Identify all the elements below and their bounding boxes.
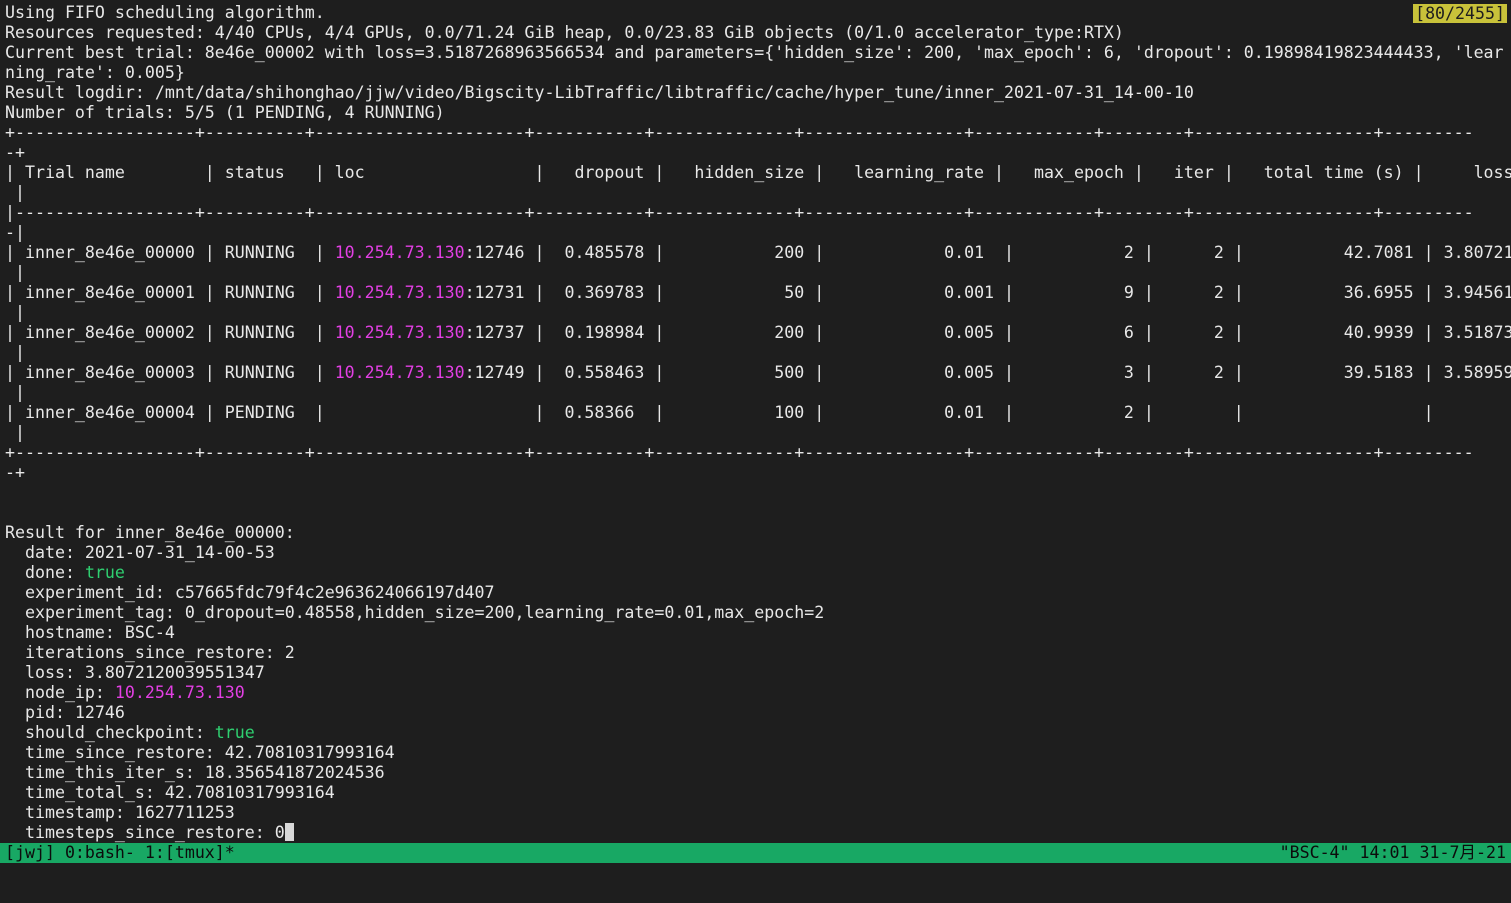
scroll-position-indicator: [80/2455] xyxy=(1413,4,1507,23)
row-cells-left: | inner_8e46e_00001 | RUNNING | xyxy=(5,283,335,302)
result-done: done: true xyxy=(5,563,1511,583)
row-ip: 10.254.73.130 xyxy=(334,363,465,382)
tmux-host-clock: "BSC-4" 14:01 31-7月-21 xyxy=(1279,843,1506,862)
table-row: | inner_8e46e_00004 | PENDING | | 0.5836… xyxy=(5,403,1511,423)
row-cells-left: | inner_8e46e_00003 | RUNNING | xyxy=(5,363,335,382)
result-experiment-id: experiment_id: c57665fdc79f4c2e963624066… xyxy=(5,583,495,602)
terminal-output[interactable]: Using FIFO scheduling algorithm. Resourc… xyxy=(5,3,1511,843)
result-should-checkpoint: should_checkpoint: true xyxy=(5,723,1511,743)
row-ip: 10.254.73.130 xyxy=(334,243,465,262)
logdir-line: Result logdir: /mnt/data/shihonghao/jjw/… xyxy=(5,83,1194,102)
table-row: | inner_8e46e_00000 | RUNNING | 10.254.7… xyxy=(5,243,1511,263)
result-node-ip-value: 10.254.73.130 xyxy=(114,683,245,702)
result-title: Result for inner_8e46e_00000: xyxy=(5,523,295,542)
best-trial-line-wrap: ning_rate': 0.005} xyxy=(5,63,185,82)
table-separator-wrap: -| xyxy=(5,223,25,242)
table-row-wrap: | xyxy=(5,303,25,322)
table-border-bottom-wrap: -+ xyxy=(5,463,25,482)
row-cells-right: :12731 | 0.369783 | 50 | 0.001 | 9 | 2 |… xyxy=(464,283,1511,302)
result-date: date: 2021-07-31_14-00-53 xyxy=(5,543,275,562)
tmux-status-bar: [jwj] 0:bash- 1:[tmux]* "BSC-4" 14:01 31… xyxy=(0,843,1511,863)
result-timestamp: timestamp: 1627711253 xyxy=(5,803,235,822)
resources-line: Resources requested: 4/40 CPUs, 4/4 GPUs… xyxy=(5,23,1124,42)
result-timesteps-text: timesteps_since_restore: 0 xyxy=(5,823,285,842)
tmux-session-windows[interactable]: [jwj] 0:bash- 1:[tmux]* xyxy=(5,843,235,863)
table-row-wrap: | xyxy=(5,343,25,362)
table-row: | inner_8e46e_00001 | RUNNING | 10.254.7… xyxy=(5,283,1511,303)
row-cells-right: :12746 | 0.485578 | 200 | 0.01 | 2 | 2 |… xyxy=(464,243,1511,262)
row-cells-right: :12737 | 0.198984 | 200 | 0.005 | 6 | 2 … xyxy=(464,323,1511,342)
result-time-this-iter: time_this_iter_s: 18.356541872024536 xyxy=(5,763,385,782)
table-row: | inner_8e46e_00002 | RUNNING | 10.254.7… xyxy=(5,323,1511,343)
num-trials-line: Number of trials: 5/5 (1 PENDING, 4 RUNN… xyxy=(5,103,445,122)
table-border-top: +------------------+----------+---------… xyxy=(5,123,1474,142)
table-border-bottom: +------------------+----------+---------… xyxy=(5,443,1474,462)
result-iterations-since-restore: iterations_since_restore: 2 xyxy=(5,643,295,662)
table-row-wrap: | xyxy=(5,383,25,402)
result-node-ip: node_ip: 10.254.73.130 xyxy=(5,683,1511,703)
table-row: | inner_8e46e_00003 | RUNNING | 10.254.7… xyxy=(5,363,1511,383)
table-separator: |------------------+----------+---------… xyxy=(5,203,1474,222)
scheduler-line: Using FIFO scheduling algorithm. xyxy=(5,3,325,22)
result-time-total: time_total_s: 42.70810317993164 xyxy=(5,783,335,802)
row-cells-left: | inner_8e46e_00004 | PENDING | | 0.5836… xyxy=(5,403,1434,422)
result-done-value: true xyxy=(84,563,125,582)
cursor-block xyxy=(284,823,294,841)
result-should-checkpoint-value: true xyxy=(214,723,255,742)
result-hostname: hostname: BSC-4 xyxy=(5,623,175,642)
result-done-key: done: xyxy=(5,563,85,582)
row-cells-left: | inner_8e46e_00002 | RUNNING | xyxy=(5,323,335,342)
row-cells-left: | inner_8e46e_00000 | RUNNING | xyxy=(5,243,335,262)
result-experiment-tag: experiment_tag: 0_dropout=0.48558,hidden… xyxy=(5,603,825,622)
result-pid: pid: 12746 xyxy=(5,703,125,722)
row-ip: 10.254.73.130 xyxy=(334,323,465,342)
table-header-row: | Trial name | status | loc | dropout | … xyxy=(5,163,1511,182)
result-time-since-restore: time_since_restore: 42.70810317993164 xyxy=(5,743,395,762)
best-trial-line: Current best trial: 8e46e_00002 with los… xyxy=(5,43,1504,62)
row-cells-right: :12749 | 0.558463 | 500 | 0.005 | 3 | 2 … xyxy=(464,363,1511,382)
row-ip: 10.254.73.130 xyxy=(334,283,465,302)
result-node-ip-key: node_ip: xyxy=(5,683,115,702)
result-loss: loss: 3.8072120039551347 xyxy=(5,663,265,682)
table-header-wrap: | xyxy=(5,183,25,202)
table-border-top-wrap: -+ xyxy=(5,143,25,162)
result-should-checkpoint-key: should_checkpoint: xyxy=(5,723,215,742)
table-row-wrap: | xyxy=(5,263,25,282)
table-row-wrap: | xyxy=(5,423,25,442)
result-timesteps-since-restore: timesteps_since_restore: 0 xyxy=(5,823,1511,843)
